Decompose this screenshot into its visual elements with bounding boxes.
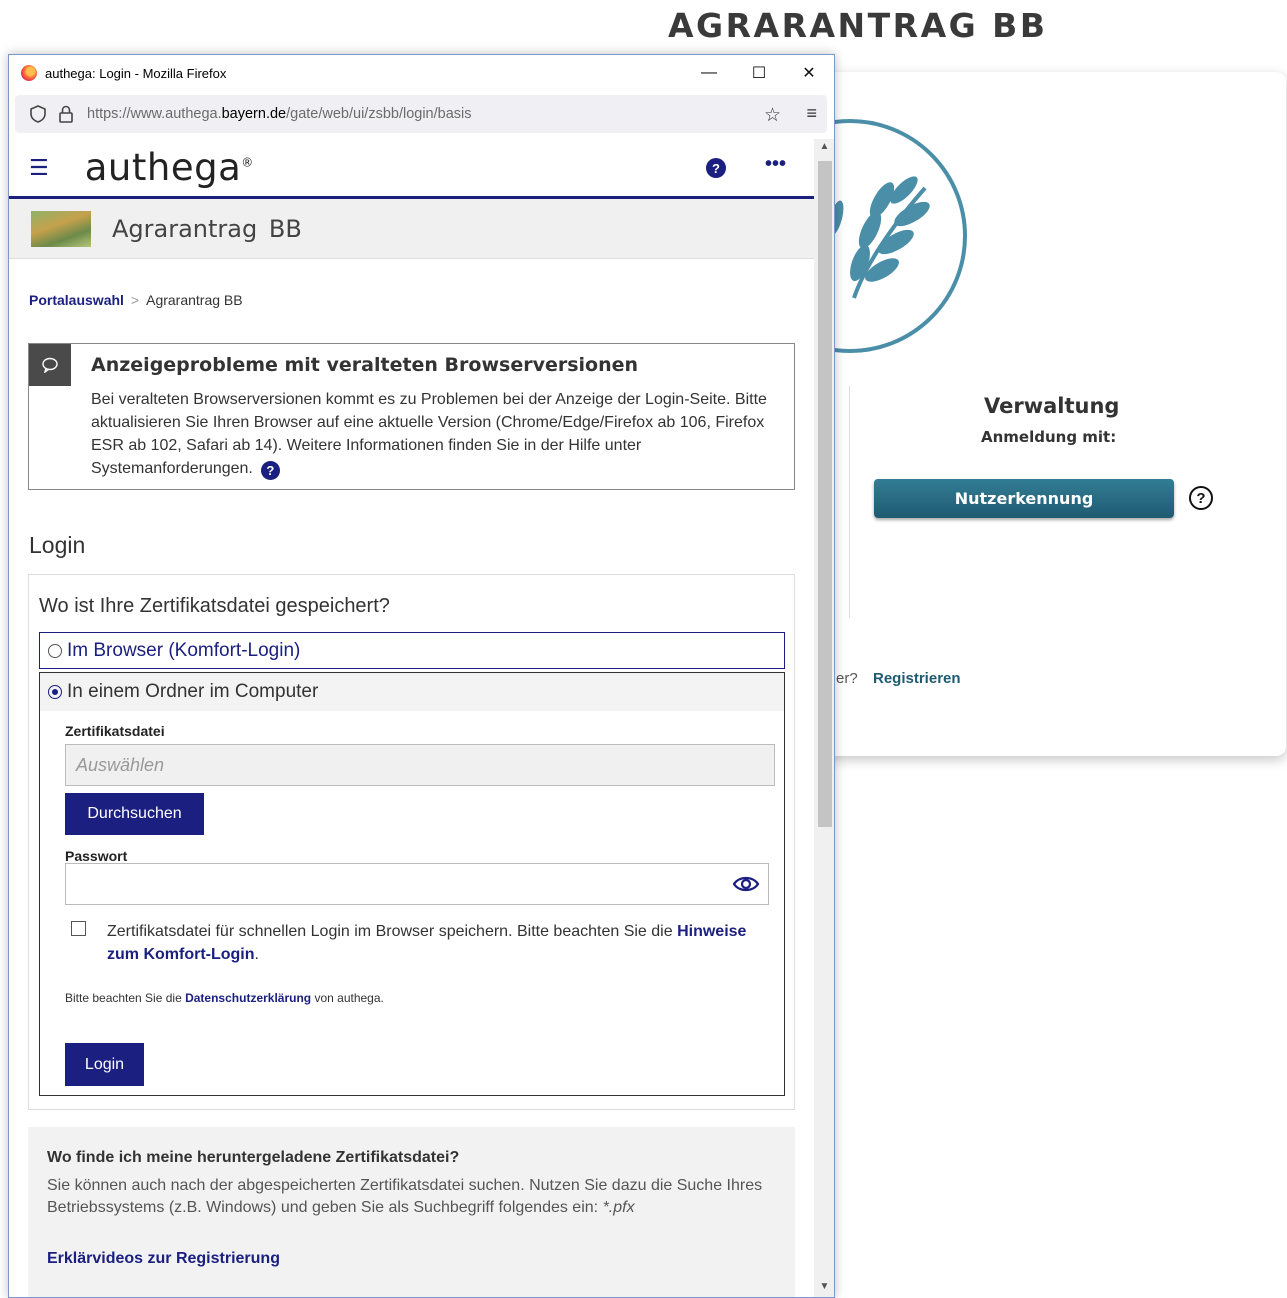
- url-suffix: /gate/web/ui/zsbb/login/basis: [286, 106, 472, 122]
- save-certificate-label: Zertifikatsdatei für schnellen Login im …: [107, 923, 673, 940]
- shield-icon[interactable]: [29, 105, 47, 123]
- notice-title: Anzeigeprobleme mit veralteten Browserve…: [91, 354, 639, 376]
- help-body: Sie können auch nach der abgespeicherten…: [47, 1177, 763, 1216]
- help-icon[interactable]: ?: [260, 461, 280, 480]
- save-certificate-end: .: [254, 946, 259, 963]
- login-heading: Login: [29, 532, 86, 558]
- bookmark-star-icon[interactable]: ☆: [764, 104, 781, 127]
- window-titlebar: authega: Login - Mozilla Firefox — ☐ ✕: [9, 55, 834, 91]
- radio-folder[interactable]: [48, 685, 62, 699]
- option-browser-login[interactable]: Im Browser (Komfort-Login): [39, 632, 785, 669]
- privacy-link[interactable]: Datenschutzerklärung: [185, 991, 311, 1005]
- help-search-term: *.pfx: [602, 1199, 635, 1216]
- authega-logo[interactable]: authega®: [85, 146, 254, 189]
- video-link[interactable]: Erklärvideos zur Registrierung: [47, 1250, 280, 1268]
- certificate-help-box: Wo finde ich meine heruntergeladene Zert…: [28, 1127, 795, 1297]
- firefox-logo-icon: [21, 65, 37, 81]
- app-bar: Agrarantrag BB: [9, 199, 814, 259]
- vertical-scrollbar[interactable]: ▲ ▼: [814, 139, 834, 1297]
- minimize-button[interactable]: —: [684, 55, 734, 91]
- option-folder-label: In einem Ordner im Computer: [67, 681, 319, 702]
- url-text[interactable]: https://www.authega.bayern.de/gate/web/u…: [87, 106, 472, 122]
- nutzerkennung-button[interactable]: Nutzerkennung: [874, 479, 1174, 518]
- file-label: Zertifikatsdatei: [65, 723, 165, 739]
- notice-text: Bei veralteten Browserversionen kommt es…: [91, 388, 785, 480]
- url-domain: bayern.de: [221, 106, 287, 122]
- login-button[interactable]: Login: [65, 1043, 144, 1086]
- chevron-right-icon: >: [130, 292, 140, 308]
- portal-divider: [849, 386, 850, 618]
- browser-notice: Anzeigeprobleme mit veralteten Browserve…: [28, 343, 795, 490]
- more-options-icon[interactable]: •••: [765, 153, 786, 176]
- privacy-prefix: Bitte beachten Sie die: [65, 991, 182, 1005]
- password-label: Passwort: [65, 848, 128, 864]
- lock-icon[interactable]: [57, 105, 75, 123]
- authega-header: ☰ authega® ? •••: [9, 139, 814, 199]
- admin-subtitle: Anmeldung mit:: [981, 428, 1117, 446]
- register-prefix: er?: [836, 670, 858, 687]
- password-field[interactable]: [65, 863, 769, 905]
- help-text: Sie können auch nach der abgespeicherten…: [47, 1175, 777, 1219]
- app-menu-icon[interactable]: ≡: [806, 103, 817, 124]
- save-certificate-checkbox[interactable]: [71, 921, 86, 936]
- wheat-logo: [820, 118, 968, 354]
- save-certificate-text: Zertifikatsdatei für schnellen Login im …: [107, 920, 757, 966]
- app-title: Agrarantrag BB: [112, 214, 302, 243]
- page-viewport: ☰ authega® ? ••• Agrarantrag BB Portalau…: [9, 139, 814, 1297]
- breadcrumb-current: Agrarantrag BB: [146, 292, 243, 308]
- radio-browser[interactable]: [48, 643, 62, 658]
- certificate-file-input[interactable]: Auswählen: [65, 744, 775, 786]
- hamburger-menu-icon[interactable]: ☰: [29, 155, 49, 181]
- register-link[interactable]: Registrieren: [873, 670, 961, 687]
- scrollbar-thumb[interactable]: [818, 161, 832, 827]
- speech-bubble-icon: [29, 344, 71, 386]
- option-browser-label: Im Browser (Komfort-Login): [67, 639, 301, 661]
- page-heading: AGRARANTRAG BB: [668, 6, 1048, 45]
- url-bar[interactable]: https://www.authega.bayern.de/gate/web/u…: [15, 95, 827, 133]
- close-button[interactable]: ✕: [784, 55, 834, 91]
- browse-button[interactable]: Durchsuchen: [65, 793, 204, 835]
- window-title: authega: Login - Mozilla Firefox: [45, 65, 227, 81]
- app-thumbnail-image: [31, 210, 91, 247]
- login-card: Wo ist Ihre Zertifikatsdatei gespeichert…: [28, 574, 795, 1110]
- maximize-button[interactable]: ☐: [734, 55, 784, 91]
- breadcrumb: Portalauswahl > Agrarantrag BB: [29, 292, 243, 308]
- eye-icon[interactable]: [732, 873, 760, 895]
- help-icon[interactable]: ?: [706, 158, 726, 178]
- privacy-note: Bitte beachten Sie die Datenschutzerklär…: [65, 991, 384, 1005]
- scroll-down-icon[interactable]: ▼: [814, 1281, 834, 1297]
- privacy-suffix: von authega.: [314, 991, 384, 1005]
- admin-title: Verwaltung: [984, 394, 1120, 418]
- help-title: Wo finde ich meine heruntergeladene Zert…: [47, 1149, 460, 1166]
- scroll-up-icon[interactable]: ▲: [814, 141, 834, 157]
- authega-logo-text: authega: [84, 146, 242, 189]
- certificate-location-question: Wo ist Ihre Zertifikatsdatei gespeichert…: [39, 595, 390, 617]
- url-prefix: https://www.authega.: [87, 106, 222, 122]
- registered-mark: ®: [241, 155, 254, 170]
- option-folder-panel: In einem Ordner im Computer Zertifikatsd…: [39, 672, 785, 1096]
- question-circle-icon[interactable]: ?: [1189, 486, 1213, 510]
- breadcrumb-portalauswahl[interactable]: Portalauswahl: [29, 292, 124, 308]
- firefox-window: authega: Login - Mozilla Firefox — ☐ ✕ h…: [8, 54, 835, 1298]
- option-folder-login[interactable]: In einem Ordner im Computer: [40, 673, 784, 711]
- notice-body: Bei veralteten Browserversionen kommt es…: [91, 391, 767, 477]
